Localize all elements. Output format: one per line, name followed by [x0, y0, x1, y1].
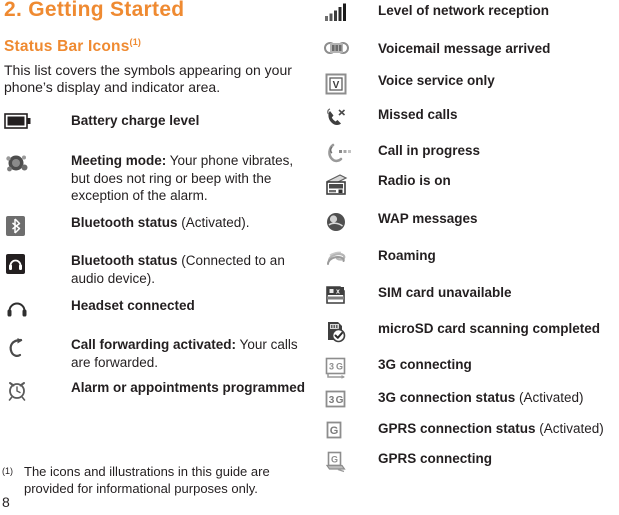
microsd-scan-complete-icon — [324, 320, 368, 346]
list-item-bold: Bluetooth status — [71, 253, 178, 268]
list-item-text: SIM card unavailable — [378, 284, 619, 302]
section-title: Status Bar Icons(1) — [4, 37, 141, 56]
left-column: 2. Getting Started Status Bar Icons(1) T… — [0, 0, 310, 515]
list-item-bold: Call in progress — [378, 143, 481, 158]
wap-messages-icon — [324, 210, 368, 236]
list-item-text: Battery charge level — [71, 112, 309, 130]
gprs-connecting-icon: G — [324, 450, 368, 476]
3g-connection-status-icon: 3 G — [324, 389, 368, 415]
list-item-text: Bluetooth status (Connected to an audio … — [71, 252, 309, 287]
list-item-bold: GPRS connecting — [378, 451, 493, 466]
list-item-normal: (Activated) — [535, 421, 604, 436]
list-item-text: Call in progress — [378, 142, 619, 160]
list-item-text: 3G connection status (Activated) — [378, 389, 619, 407]
section-title-label: Status Bar Icons — [4, 38, 130, 56]
page-title: 2. Getting Started — [4, 0, 185, 21]
list-item-text: Missed calls — [378, 106, 619, 124]
svg-text:G: G — [336, 395, 344, 406]
footnote: (1) The icons and illustrations in this … — [2, 463, 302, 497]
list-item-bold: Voicemail message arrived — [378, 41, 551, 56]
footnote-mark: (1) — [2, 466, 13, 476]
list-item-text: Call forwarding activated: Your calls ar… — [71, 336, 309, 371]
list-item-bold: Meeting mode: — [71, 153, 167, 168]
list-item-bold: Headset connected — [71, 298, 195, 313]
battery-charge-icon — [4, 112, 48, 138]
3g-connecting-icon: 3 G — [324, 356, 368, 382]
roaming-icon — [324, 247, 368, 273]
list-item-text: Headset connected — [71, 297, 309, 315]
list-item-bold: Battery charge level — [71, 113, 200, 128]
headset-connected-icon — [4, 297, 48, 323]
list-item-bold: GPRS connection status — [378, 421, 536, 436]
call-in-progress-icon — [324, 142, 368, 168]
page-number: 8 — [2, 494, 10, 510]
svg-text:3: 3 — [329, 395, 335, 406]
list-item-bold: Missed calls — [378, 107, 458, 122]
list-item-bold: Bluetooth status — [71, 215, 178, 230]
svg-text:G: G — [336, 362, 343, 372]
list-item-bold: Alarm or appointments programmed — [71, 380, 306, 395]
network-signal-bars-icon — [324, 2, 368, 28]
voicemail-icon — [324, 40, 368, 66]
list-item-text: 3G connecting — [378, 356, 619, 374]
footnote-text: The icons and illustrations in this guid… — [24, 464, 270, 496]
list-item-bold: Voice service only — [378, 73, 495, 88]
list-item-normal: (Activated) — [515, 390, 584, 405]
svg-text:G: G — [331, 455, 338, 465]
list-item-text: Voice service only — [378, 72, 619, 90]
svg-text:G: G — [330, 425, 339, 437]
list-item-text: Roaming — [378, 247, 619, 265]
list-item-text: Bluetooth status (Activated). — [71, 214, 309, 232]
list-item-text: Level of network reception — [378, 2, 619, 20]
list-item-normal: (Activated). — [177, 215, 250, 230]
right-column: Level of network reception Voicemail mes… — [310, 0, 619, 515]
alarm-clock-icon — [4, 379, 48, 405]
bluetooth-activated-icon — [4, 214, 48, 240]
list-item-bold: Roaming — [378, 248, 436, 263]
radio-on-icon — [324, 172, 368, 198]
list-item-bold: 3G connecting — [378, 357, 472, 372]
intro-paragraph: This list covers the symbols appearing o… — [4, 62, 292, 95]
section-title-footnote-mark: (1) — [129, 37, 142, 47]
svg-text:x: x — [336, 289, 340, 296]
list-item-text: GPRS connection status (Activated) — [378, 420, 619, 438]
call-forwarding-icon — [4, 336, 48, 362]
list-item-text: Voicemail message arrived — [378, 40, 619, 58]
list-item-bold: Level of network reception — [378, 3, 550, 18]
missed-calls-icon — [324, 106, 368, 132]
list-item-bold: 3G connection status — [378, 390, 516, 405]
list-item-text: WAP messages — [378, 210, 619, 228]
list-item-text: Radio is on — [378, 172, 619, 190]
list-item-text: microSD card scanning completed — [378, 320, 619, 338]
gprs-connection-status-icon: G — [324, 420, 368, 446]
list-item-bold: Radio is on — [378, 173, 451, 188]
list-item-text: Meeting mode: Your phone vibrates, but d… — [71, 152, 309, 205]
list-item-bold: SIM card unavailable — [378, 285, 512, 300]
meeting-mode-vibrate-icon — [4, 152, 48, 178]
list-item-text: GPRS connecting — [378, 450, 619, 468]
list-item-bold: WAP messages — [378, 211, 478, 226]
list-item-text: Alarm or appointments programmed — [71, 379, 309, 397]
list-item-bold: Call forwarding activated: — [71, 337, 237, 352]
voice-service-only-icon: V — [324, 72, 368, 98]
list-item-bold: microSD card scanning completed — [378, 321, 601, 336]
bluetooth-audio-connected-icon — [4, 252, 48, 278]
svg-text:3: 3 — [329, 362, 334, 372]
sim-card-unavailable-icon: x — [324, 284, 368, 310]
svg-text:V: V — [333, 80, 340, 91]
